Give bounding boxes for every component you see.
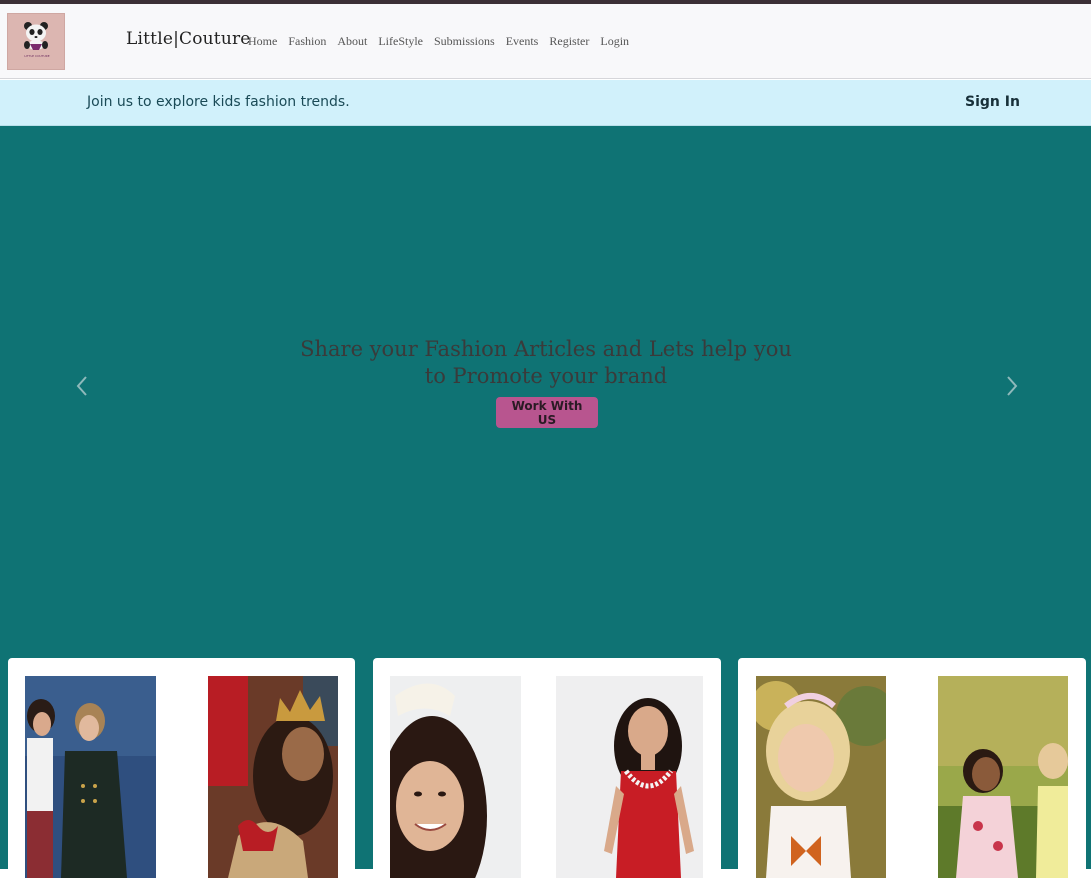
gallery-card[interactable] xyxy=(8,658,355,878)
gallery-card[interactable] xyxy=(738,658,1086,878)
chevron-left-icon xyxy=(76,376,87,396)
nav-item-lifestyle[interactable]: LifeStyle xyxy=(378,34,423,49)
navbar: LITTLE COUTURE Little|Couture Home Fashi… xyxy=(0,4,1091,79)
gallery-photo[interactable] xyxy=(25,676,156,878)
gallery-photo[interactable] xyxy=(208,676,338,878)
nav-item-submissions[interactable]: Submissions xyxy=(434,34,495,49)
info-bar: Join us to explore kids fashion trends. … xyxy=(0,80,1091,126)
chevron-right-icon xyxy=(1007,376,1018,396)
hero-heading-line1: Share your Fashion Articles and Lets hel… xyxy=(300,337,792,361)
info-message: Join us to explore kids fashion trends. xyxy=(87,94,350,110)
main-nav: Home Fashion About LifeStyle Submissions… xyxy=(248,34,629,49)
nav-item-login[interactable]: Login xyxy=(600,34,629,49)
site-logo[interactable]: LITTLE COUTURE xyxy=(7,13,65,70)
carousel-next-button[interactable] xyxy=(1002,375,1022,397)
nav-item-events[interactable]: Events xyxy=(506,34,539,49)
nav-item-fashion[interactable]: Fashion xyxy=(288,34,326,49)
work-with-us-button[interactable]: Work With US xyxy=(496,397,598,428)
hero-carousel: Share your Fashion Articles and Lets hel… xyxy=(0,126,1091,878)
hero-heading-line2: to Promote your brand xyxy=(424,364,668,388)
panda-icon xyxy=(8,14,64,69)
nav-item-about[interactable]: About xyxy=(337,34,367,49)
nav-item-register[interactable]: Register xyxy=(549,34,589,49)
sign-in-link[interactable]: Sign In xyxy=(965,94,1020,110)
hero-heading: Share your Fashion Articles and Lets hel… xyxy=(296,336,796,390)
carousel-prev-button[interactable] xyxy=(72,375,92,397)
logo-caption: LITTLE COUTURE xyxy=(24,54,50,58)
gallery-photo[interactable] xyxy=(756,676,886,878)
nav-item-home[interactable]: Home xyxy=(248,34,277,49)
gallery-photo[interactable] xyxy=(390,676,521,878)
gallery-photo[interactable] xyxy=(938,676,1068,878)
gallery-card[interactable] xyxy=(373,658,721,878)
site-brand[interactable]: Little|Couture xyxy=(126,29,251,49)
gallery-photo[interactable] xyxy=(556,676,703,878)
